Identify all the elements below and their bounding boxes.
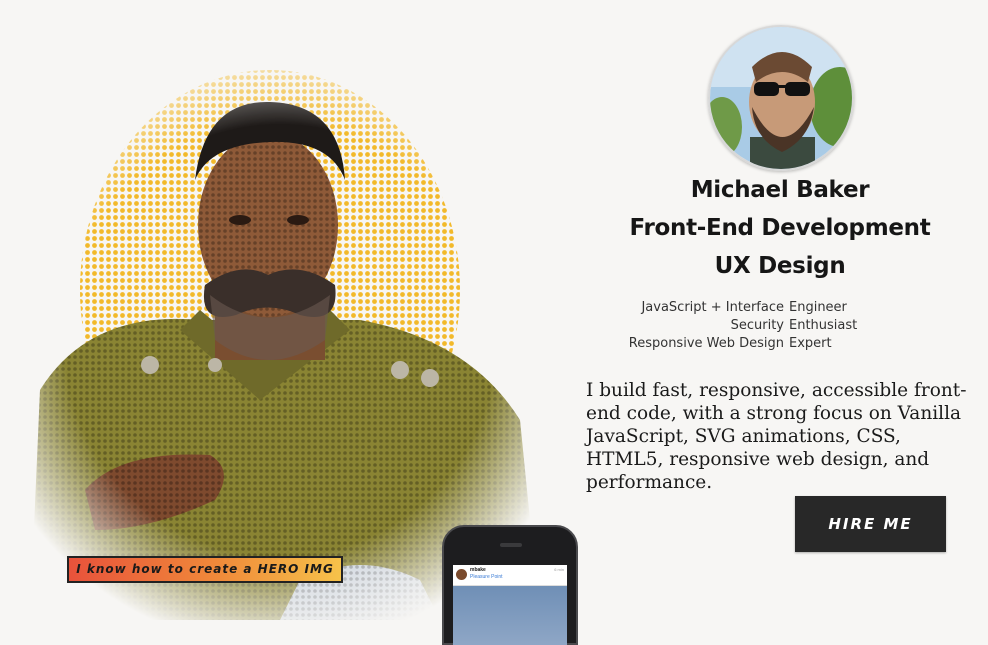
avatar-photo: [710, 27, 852, 169]
role-label: Security: [730, 318, 784, 333]
pitch-text: I build fast, responsive, accessible fro…: [586, 380, 967, 493]
phone-time: 6 min: [554, 567, 564, 572]
role-label: JavaScript + Interface: [641, 300, 784, 315]
phone-username: mbake: [470, 567, 486, 573]
role-row: Security Enthusiast: [600, 318, 900, 336]
phone-mockup: mbake Pleasure Point 6 min: [442, 525, 578, 645]
phone-post-image: [453, 586, 567, 645]
hero-caption: I know how to create a HERO IMG: [67, 556, 343, 583]
roles-list: JavaScript + Interface Engineer Security…: [600, 300, 900, 354]
role-value: Engineer: [789, 300, 847, 315]
phone-location: Pleasure Point: [470, 574, 503, 580]
profile-title-2: UX Design: [714, 253, 846, 279]
phone-avatar: [456, 569, 467, 580]
role-label: Responsive Web Design: [628, 336, 784, 351]
phone-speaker: [500, 543, 522, 547]
profile-avatar: [708, 25, 854, 171]
profile-title-1: Front-End Development: [629, 215, 931, 241]
role-value: Expert: [789, 336, 832, 351]
hire-me-button[interactable]: HIRE ME: [795, 496, 946, 552]
role-row: Responsive Web Design Expert: [600, 336, 900, 354]
phone-post-header: mbake Pleasure Point 6 min: [453, 565, 567, 586]
profile-name: Michael Baker: [690, 177, 870, 203]
role-row: JavaScript + Interface Engineer: [600, 300, 900, 318]
phone-screen: mbake Pleasure Point 6 min: [453, 565, 567, 645]
role-value: Enthusiast: [789, 318, 858, 333]
